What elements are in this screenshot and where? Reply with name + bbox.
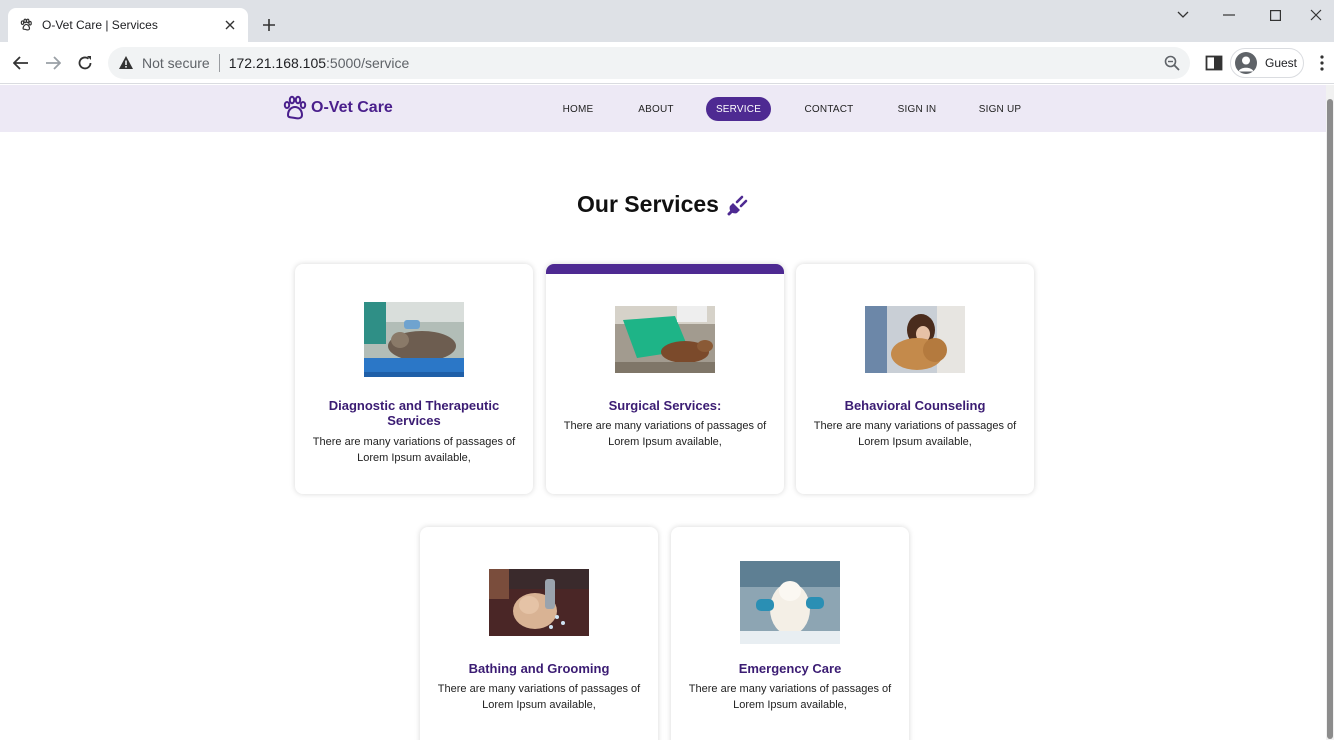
service-card-bathing[interactable]: Bathing and Grooming There are many vari… xyxy=(420,527,658,740)
nav-sign-in[interactable]: SIGN IN xyxy=(890,97,944,121)
nav-about[interactable]: ABOUT xyxy=(630,97,682,121)
service-title: Behavioral Counseling xyxy=(844,398,986,413)
service-card-emergency[interactable]: Emergency Care There are many variations… xyxy=(671,527,909,740)
service-description: There are many variations of passages of… xyxy=(437,683,641,711)
maximize-icon[interactable] xyxy=(1252,0,1298,30)
browser-tab-strip: O-Vet Care | Services xyxy=(0,0,1334,42)
service-description: There are many variations of passages of… xyxy=(688,683,892,711)
warning-icon[interactable] xyxy=(118,55,134,71)
plug-icon xyxy=(727,195,748,215)
service-card-surgical[interactable]: Surgical Services: There are many variat… xyxy=(546,264,784,494)
service-card-diagnostic[interactable]: Diagnostic and Therapeutic Services Ther… xyxy=(295,264,533,494)
dog-bath-shower-photo xyxy=(489,569,589,636)
address-bar[interactable]: Not secure 172.21.168.105:5000/service xyxy=(108,47,1190,79)
profile-button[interactable]: Guest xyxy=(1230,48,1304,78)
nav-service[interactable]: SERVICE xyxy=(706,97,771,121)
tab-close-icon[interactable] xyxy=(222,17,238,33)
nav-home[interactable]: HOME xyxy=(556,97,600,121)
nav-contact[interactable]: CONTACT xyxy=(798,97,860,121)
back-arrow-icon[interactable] xyxy=(9,51,33,75)
url-separator xyxy=(218,54,220,72)
paw-favicon-icon xyxy=(18,17,34,33)
service-description: There are many variations of passages of… xyxy=(312,436,516,464)
service-description: There are many variations of passages of… xyxy=(563,420,767,448)
services-heading: Our Services xyxy=(0,191,1326,218)
dog-on-surgery-table-photo xyxy=(615,306,715,373)
page-title: Our Services xyxy=(577,191,719,217)
service-title: Diagnostic and Therapeutic Services xyxy=(328,398,500,428)
window-close-icon[interactable] xyxy=(1298,0,1334,30)
service-description: There are many variations of passages of… xyxy=(813,420,1017,448)
tab-title: O-Vet Care | Services xyxy=(42,18,158,32)
security-label[interactable]: Not secure xyxy=(142,55,210,71)
service-title: Surgical Services: xyxy=(608,398,722,413)
guest-avatar-icon xyxy=(1235,52,1257,74)
forward-arrow-icon[interactable] xyxy=(41,51,65,75)
tab-search-chevron-icon[interactable] xyxy=(1160,0,1206,30)
minimize-icon[interactable] xyxy=(1206,0,1252,30)
browser-menu-icon[interactable] xyxy=(1314,53,1330,73)
service-card-behavioral[interactable]: Behavioral Counseling There are many var… xyxy=(796,264,1034,494)
url-path: :5000/service xyxy=(326,55,410,71)
paw-logo-icon xyxy=(283,95,307,120)
profile-name: Guest xyxy=(1265,56,1298,70)
page-viewport: O-Vet Care HOME ABOUT SERVICE CONTACT SI… xyxy=(0,85,1334,740)
side-panel-icon[interactable] xyxy=(1204,53,1224,73)
new-tab-plus-icon[interactable] xyxy=(258,14,280,36)
url-host: 172.21.168.105 xyxy=(228,55,327,71)
reload-icon[interactable] xyxy=(73,51,97,75)
brand-name: O-Vet Care xyxy=(311,99,393,116)
zoom-magnifier-icon[interactable] xyxy=(1164,55,1180,71)
service-title: Emergency Care xyxy=(738,661,842,676)
browser-tab[interactable]: O-Vet Care | Services xyxy=(8,8,248,42)
service-title: Bathing and Grooming xyxy=(468,661,610,676)
vet-examining-dog-photo xyxy=(364,302,464,377)
white-terrier-vet-care-photo xyxy=(740,561,840,644)
page-scrollbar[interactable] xyxy=(1326,85,1334,740)
site-header: O-Vet Care HOME ABOUT SERVICE CONTACT SI… xyxy=(0,85,1326,132)
scrollbar-thumb[interactable] xyxy=(1327,99,1333,739)
site-logo[interactable]: O-Vet Care xyxy=(283,95,393,121)
browser-toolbar: Not secure 172.21.168.105:5000/service G… xyxy=(0,42,1334,84)
nav-sign-up[interactable]: SIGN UP xyxy=(972,97,1028,121)
woman-hugging-dog-photo xyxy=(865,306,965,373)
